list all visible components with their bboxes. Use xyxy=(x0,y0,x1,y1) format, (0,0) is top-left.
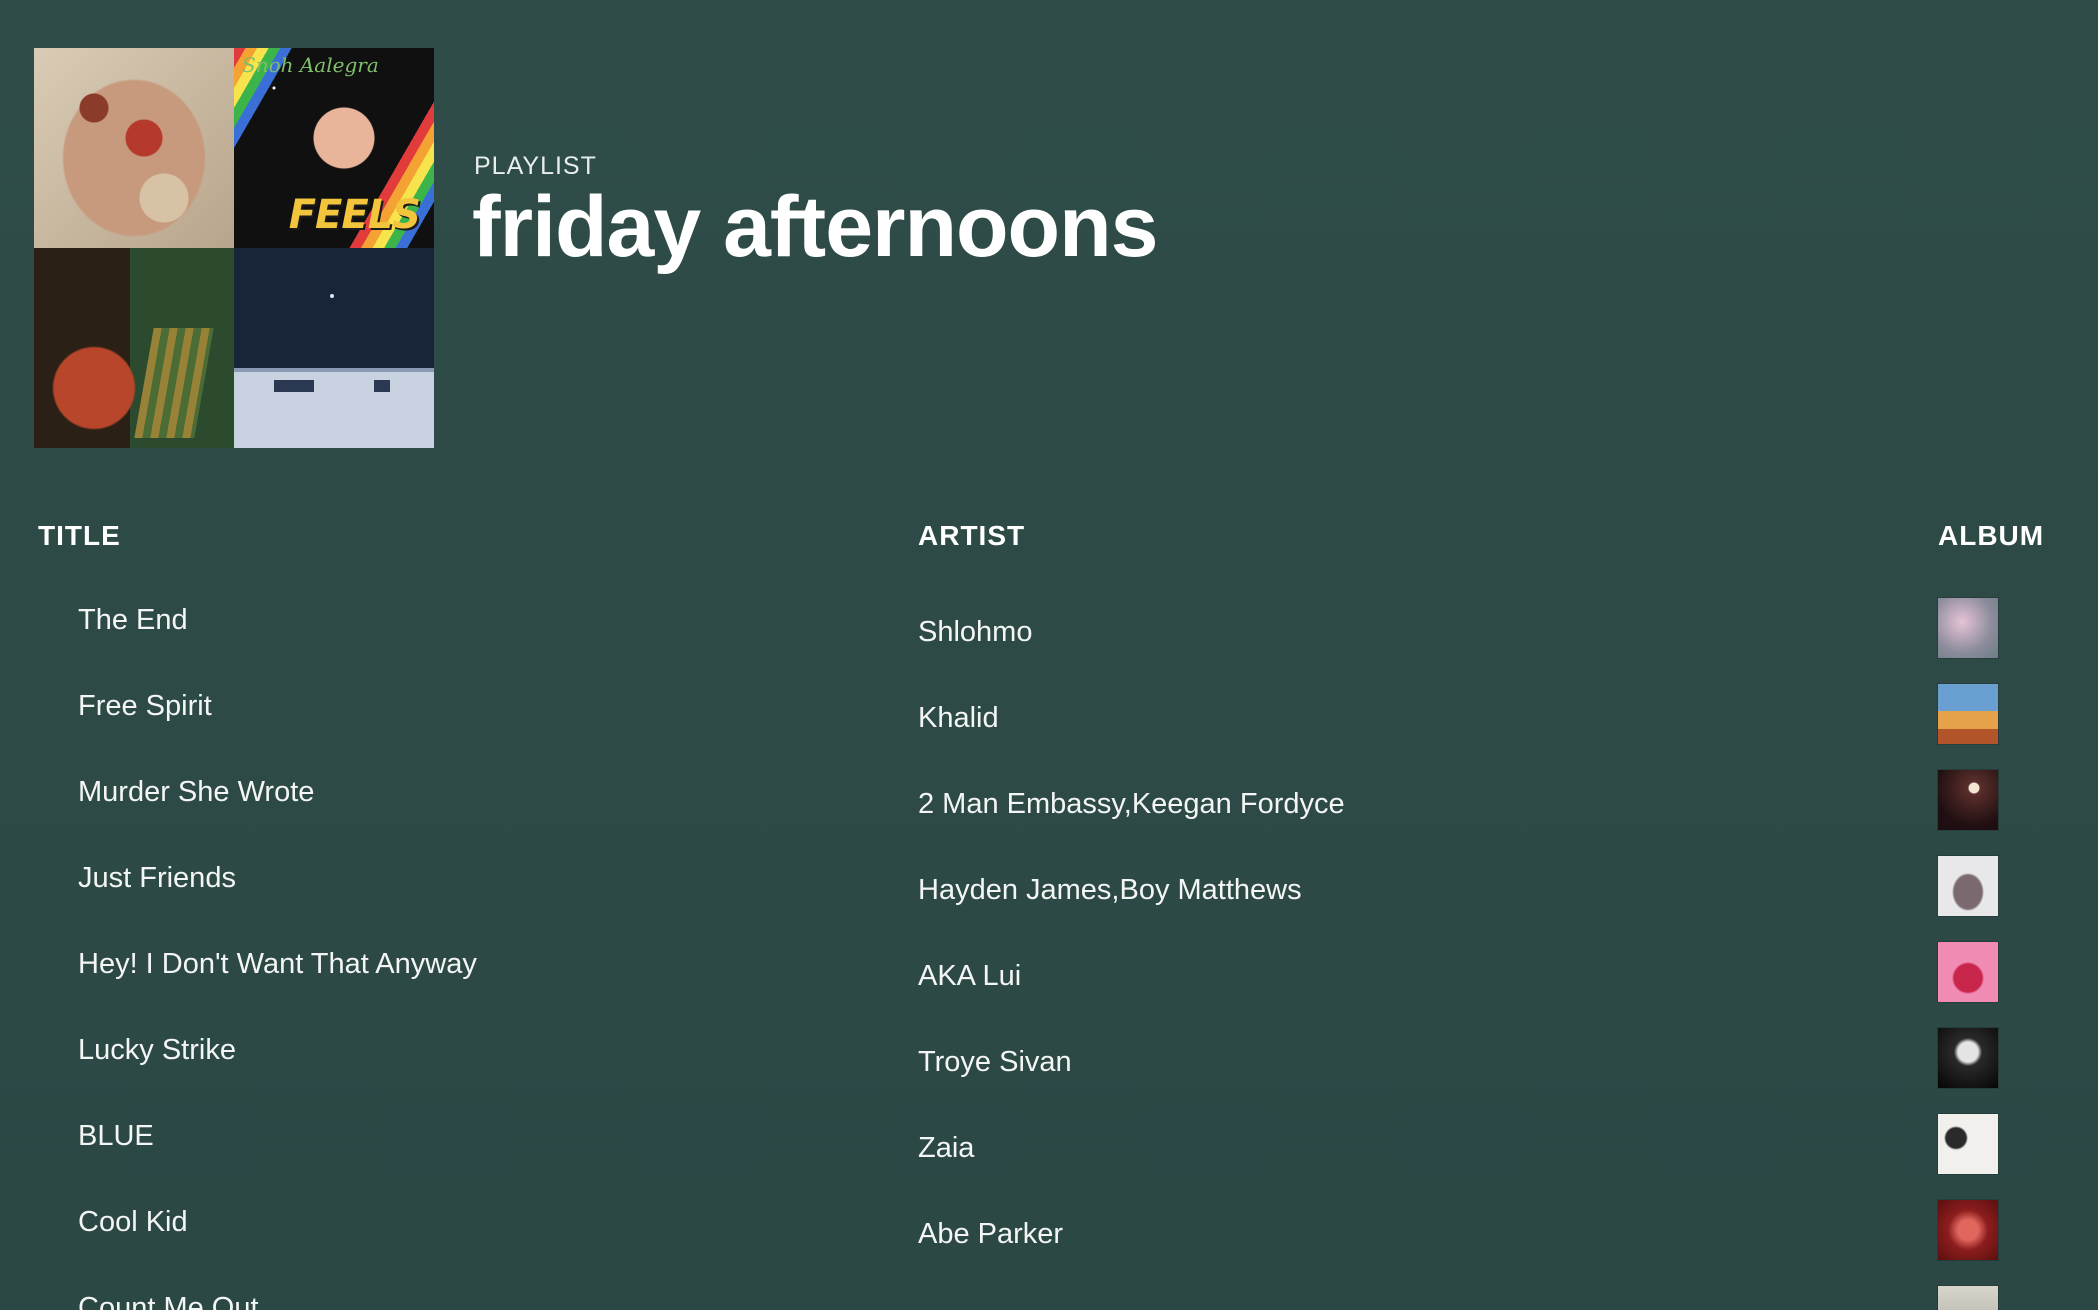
album-thumbnail[interactable] xyxy=(1938,598,1998,658)
playlist-cover-art: Snoh Aalegra FEELS xyxy=(34,48,434,448)
playlist-page: Snoh Aalegra FEELS PLAYLIST friday after… xyxy=(0,0,2098,1310)
album-art-tile-3 xyxy=(34,248,234,448)
track-title[interactable]: Cool Kid xyxy=(78,1202,878,1288)
track-artist-column: Shlohmo Khalid 2 Man Embassy,Keegan Ford… xyxy=(918,612,1898,1300)
track-title[interactable]: The End xyxy=(78,600,878,686)
cover-feels-text: FEELS xyxy=(288,192,421,238)
album-thumbnail[interactable] xyxy=(1938,942,1998,1002)
album-art-tile-4 xyxy=(234,248,434,448)
track-artist[interactable]: Troye Sivan xyxy=(918,1042,1898,1128)
track-artist[interactable]: Shlohmo xyxy=(918,612,1898,698)
playlist-type-label: PLAYLIST xyxy=(474,152,597,180)
track-artist[interactable]: Abe Parker xyxy=(918,1214,1898,1300)
album-thumbnail[interactable] xyxy=(1938,1286,1998,1310)
track-title[interactable]: Murder She Wrote xyxy=(78,772,878,858)
track-artist[interactable]: Zaia xyxy=(918,1128,1898,1214)
playlist-title: friday afternoons xyxy=(472,179,1158,275)
track-album-column xyxy=(1938,598,1998,1310)
album-thumbnail[interactable] xyxy=(1938,770,1998,830)
track-title[interactable]: Lucky Strike xyxy=(78,1030,878,1116)
column-header-title[interactable]: TITLE xyxy=(38,520,121,552)
track-title[interactable]: Free Spirit xyxy=(78,686,878,772)
track-artist[interactable]: Hayden James,Boy Matthews xyxy=(918,870,1898,956)
track-title[interactable]: Count Me Out xyxy=(78,1288,878,1310)
album-thumbnail[interactable] xyxy=(1938,1200,1998,1260)
track-title[interactable]: BLUE xyxy=(78,1116,878,1202)
album-art-tile-1 xyxy=(34,48,234,248)
track-artist[interactable]: AKA Lui xyxy=(918,956,1898,1042)
album-thumbnail[interactable] xyxy=(1938,684,1998,744)
album-thumbnail[interactable] xyxy=(1938,1114,1998,1174)
track-artist[interactable]: 2 Man Embassy,Keegan Fordyce xyxy=(918,784,1898,870)
track-title-column: The End Free Spirit Murder She Wrote Jus… xyxy=(78,600,878,1310)
album-thumbnail[interactable] xyxy=(1938,856,1998,916)
column-header-artist[interactable]: ARTIST xyxy=(918,520,1025,552)
album-thumbnail[interactable] xyxy=(1938,1028,1998,1088)
track-artist[interactable]: Khalid xyxy=(918,698,1898,784)
track-title[interactable]: Just Friends xyxy=(78,858,878,944)
column-header-album[interactable]: ALBUM xyxy=(1938,520,2044,552)
album-art-tile-2: Snoh Aalegra FEELS xyxy=(234,48,434,248)
track-title[interactable]: Hey! I Don't Want That Anyway xyxy=(78,944,878,1030)
cover-artist-script: Snoh Aalegra xyxy=(242,53,379,77)
